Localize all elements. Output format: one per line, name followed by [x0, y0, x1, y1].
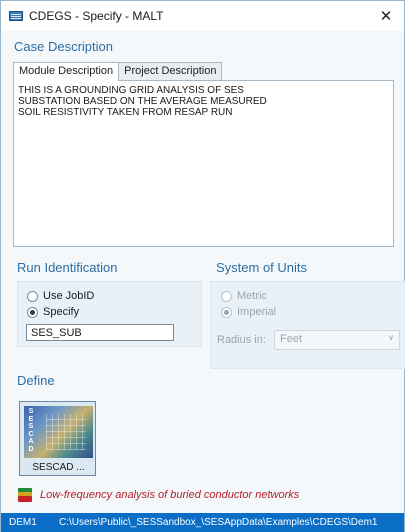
radius-unit-value: Feet	[280, 333, 303, 345]
module-description-line: Low-frequency analysis of buried conduct…	[17, 488, 299, 502]
metric-radio[interactable]	[221, 290, 232, 302]
imperial-radio[interactable]	[221, 306, 232, 318]
imperial-label: Imperial	[237, 306, 277, 318]
case-description-heading: Case Description	[14, 39, 113, 54]
specify-window: CDEGS - Specify - MALT ✕ Case Descriptio…	[0, 0, 405, 532]
sescad-logo-letters: SESCAD	[28, 408, 34, 453]
tab-project-description[interactable]: Project Description	[118, 62, 223, 80]
specify-radio[interactable]	[27, 306, 38, 318]
title-bar: CDEGS - Specify - MALT ✕	[1, 1, 404, 31]
metric-label: Metric	[237, 290, 267, 302]
run-identification-panel: Use JobID Specify SES_SUB	[17, 281, 202, 347]
status-bar: DEM1 C:\Users\Public\_SESSandbox_\SESApp…	[1, 513, 404, 532]
tab-module-description[interactable]: Module Description	[13, 62, 120, 81]
module-description-text: Low-frequency analysis of buried conduct…	[40, 489, 300, 501]
use-jobid-radio[interactable]	[27, 290, 38, 302]
specify-label: Specify	[43, 306, 80, 318]
run-id-input[interactable]: SES_SUB	[26, 324, 174, 341]
window-title: CDEGS - Specify - MALT	[29, 9, 164, 23]
sescad-tile[interactable]: SESCAD SESCAD ...	[19, 401, 96, 476]
system-of-units-panel: Metric Imperial Radius in: Feet ∨	[210, 281, 405, 369]
module-description-textarea[interactable]: THIS IS A GROUNDING GRID ANALYSIS OF SES…	[13, 80, 394, 247]
sescad-tile-label: SESCAD ...	[32, 462, 85, 473]
imperial-option[interactable]: Imperial	[221, 306, 276, 318]
metric-option[interactable]: Metric	[221, 290, 267, 302]
sescad-icon: SESCAD	[24, 406, 93, 458]
status-code: DEM1	[9, 517, 37, 528]
use-jobid-option[interactable]: Use JobID	[27, 290, 94, 302]
app-window-icon	[9, 11, 23, 21]
chevron-down-icon: ∨	[388, 333, 394, 342]
run-identification-heading: Run Identification	[17, 260, 118, 275]
system-of-units-heading: System of Units	[216, 260, 308, 275]
radius-unit-select[interactable]: Feet ∨	[274, 330, 400, 350]
layers-icon	[17, 488, 33, 502]
define-heading: Define	[17, 373, 55, 388]
status-path: C:\Users\Public\_SESSandbox_\SESAppData\…	[59, 517, 378, 528]
description-tabs: Module Description Project Description	[13, 62, 223, 81]
close-button[interactable]: ✕	[374, 5, 398, 27]
use-jobid-label: Use JobID	[43, 290, 95, 302]
specify-option[interactable]: Specify	[27, 306, 79, 318]
radius-label: Radius in:	[217, 334, 266, 346]
